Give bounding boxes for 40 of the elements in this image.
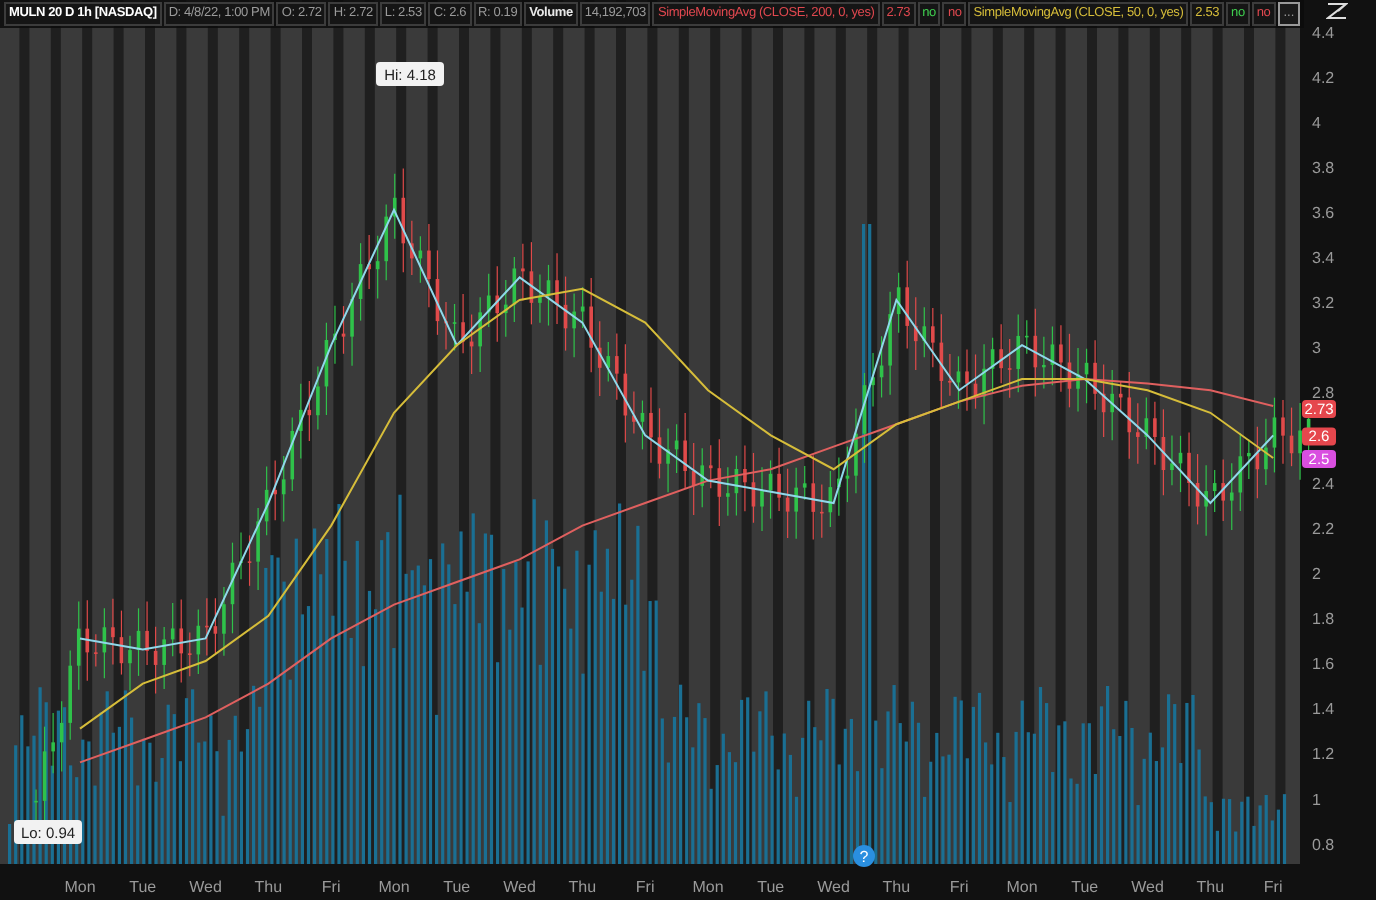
y-tick-label: 2.2	[1312, 519, 1335, 538]
event-marker[interactable]: ?	[853, 845, 875, 867]
day-label: Mon	[378, 878, 410, 896]
y-tick-label: 3.8	[1312, 158, 1335, 177]
day-label: Thu	[254, 878, 283, 896]
day-label: Tue	[129, 878, 157, 896]
y-tick-label: 3.6	[1312, 204, 1335, 222]
y-tick-label: 3.4	[1312, 249, 1335, 268]
day-label: Thu	[1196, 878, 1225, 896]
day-label: Mon	[692, 878, 724, 896]
day-label: Fri	[321, 878, 341, 896]
day-label: Fri	[635, 878, 655, 896]
day-label: Tue	[443, 878, 471, 896]
y-tick-label: 4.2	[1312, 68, 1335, 87]
day-label: Wed	[189, 878, 222, 896]
day-label: Tue	[1071, 878, 1099, 896]
day-label: Thu	[568, 878, 597, 896]
day-label: Tue	[757, 878, 785, 896]
y-tick-label: 3	[1312, 339, 1321, 358]
day-label: Fri	[1263, 878, 1283, 896]
day-label: Wed	[1131, 878, 1164, 896]
day-label: Thu	[882, 878, 911, 896]
y-tick-label: 1	[1312, 790, 1321, 809]
y-tick-label: 1.2	[1312, 745, 1335, 764]
y-tick-label: 1.8	[1312, 610, 1335, 629]
y-tick-label: 2	[1312, 564, 1321, 583]
collapse-icon[interactable]	[1326, 2, 1348, 20]
day-label: Mon	[64, 878, 96, 896]
day-label: Wed	[503, 878, 536, 896]
day-label: Mon	[1006, 878, 1038, 896]
y-tick-label: 4.4	[1312, 23, 1335, 42]
y-tick-label: 2.4	[1312, 474, 1335, 493]
day-label: Fri	[949, 878, 969, 896]
y-tick-label: 3.2	[1312, 294, 1335, 313]
day-label: Wed	[817, 878, 850, 896]
y-tick-label: 4	[1312, 113, 1321, 132]
y-tick-label: 0.8	[1312, 835, 1335, 854]
y-tick-label: 1.6	[1312, 655, 1335, 674]
y-tick-label: 2.8	[1312, 384, 1335, 403]
y-tick-label: 1.4	[1312, 700, 1335, 719]
